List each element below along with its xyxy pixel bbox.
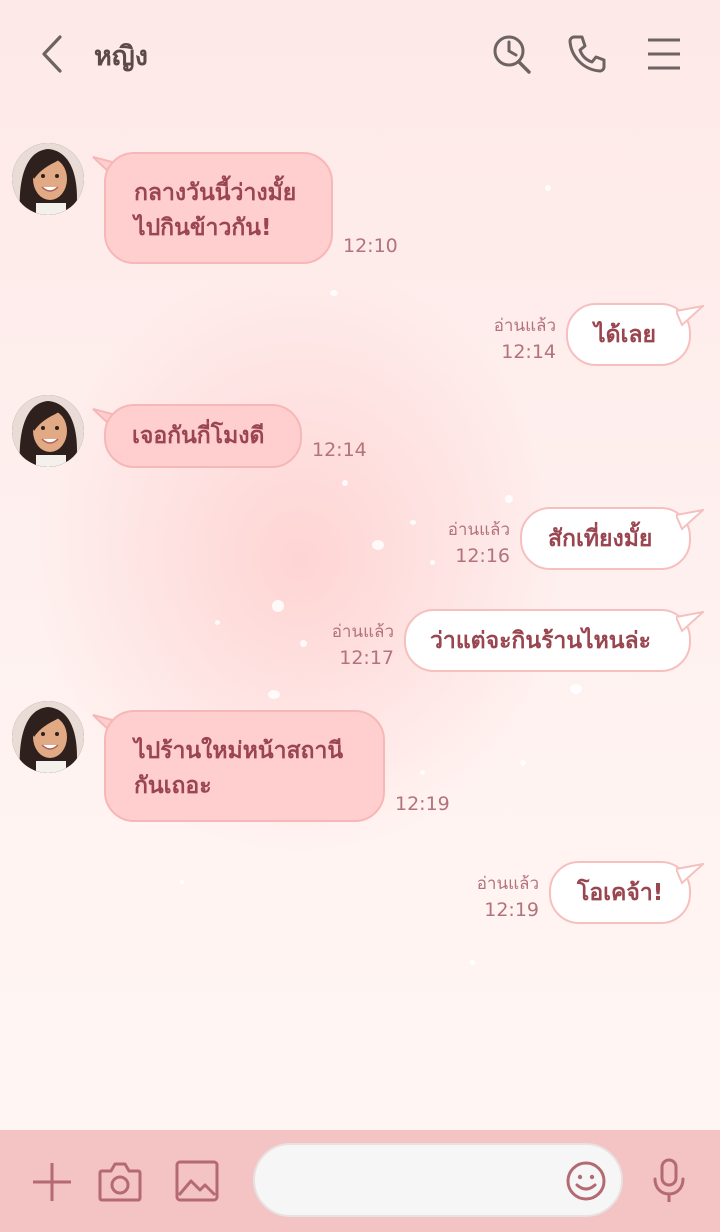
read-receipt: อ่านแล้ว (476, 874, 539, 894)
search-clock-icon (493, 35, 531, 74)
menu-icon (648, 38, 680, 70)
message-time: 12:17 (339, 647, 394, 669)
image-icon (175, 1160, 219, 1202)
message-time: 12:16 (455, 545, 510, 567)
message-time: 12:14 (501, 341, 556, 363)
message-line: กันเถอะ (134, 773, 212, 799)
message-time: 12:19 (484, 899, 539, 921)
camera-button[interactable] (97, 1159, 143, 1203)
read-receipt: อ่านแล้ว (331, 622, 394, 642)
message-meta: อ่านแล้ว 12:17 (308, 618, 394, 669)
phone-icon (568, 35, 606, 73)
message-line: สักเที่ยงมั้ย (548, 526, 653, 552)
message-line: ไปร้านใหม่หน้าสถานี (134, 738, 344, 764)
input-bar (0, 1130, 720, 1232)
message-time: 12:14 (312, 439, 367, 461)
chevron-left-icon (42, 35, 62, 73)
camera-icon (98, 1162, 142, 1202)
search-button[interactable] (490, 32, 534, 76)
incoming-message-bubble[interactable]: ไปร้านใหม่หน้าสถานี กันเถอะ (104, 710, 385, 822)
gallery-button[interactable] (174, 1159, 220, 1203)
chat-header: หญิง (0, 0, 720, 105)
call-button[interactable] (566, 33, 608, 75)
contact-avatar[interactable] (12, 395, 84, 467)
message-line: โอเคจ้า! (577, 880, 664, 906)
message-time: 12:19 (395, 793, 450, 815)
message-time: 12:10 (343, 235, 398, 257)
message-line: กลางวันนี้ว่างมั้ย (134, 180, 297, 206)
bubble-tail (676, 509, 704, 531)
incoming-message-bubble[interactable]: เจอกันกี่โมงดี (104, 404, 302, 468)
emoji-button[interactable] (565, 1160, 607, 1202)
avatar-photo (12, 143, 84, 215)
message-line: เจอกันกี่โมงดี (132, 423, 265, 449)
contact-avatar[interactable] (12, 143, 84, 215)
outgoing-message-bubble[interactable]: โอเคจ้า! (549, 861, 691, 924)
message-input[interactable] (253, 1143, 623, 1217)
smiley-icon (566, 1161, 606, 1201)
back-button[interactable] (32, 32, 72, 76)
message-meta: อ่านแล้ว 12:14 (470, 312, 556, 363)
message-line: ไปกินข้าวกัน! (134, 215, 272, 241)
add-button[interactable] (30, 1160, 74, 1204)
voice-button[interactable] (650, 1157, 688, 1205)
contact-avatar[interactable] (12, 701, 84, 773)
outgoing-message-bubble[interactable]: ว่าแต่จะกินร้านไหนล่ะ (404, 609, 691, 672)
incoming-message-bubble[interactable]: กลางวันนี้ว่างมั้ย ไปกินข้าวกัน! (104, 152, 333, 264)
message-meta: อ่านแล้ว 12:19 (453, 870, 539, 921)
microphone-icon (653, 1158, 685, 1202)
bubble-tail (676, 305, 704, 327)
message-line: ว่าแต่จะกินร้านไหนล่ะ (430, 628, 651, 654)
menu-button[interactable] (646, 37, 682, 71)
outgoing-message-bubble[interactable]: ได้เลย (566, 303, 691, 366)
message-line: ได้เลย (594, 322, 656, 348)
read-receipt: อ่านแล้ว (447, 520, 510, 540)
outgoing-message-bubble[interactable]: สักเที่ยงมั้ย (520, 507, 691, 570)
read-receipt: อ่านแล้ว (493, 316, 556, 336)
avatar-photo (12, 701, 84, 773)
bubble-tail (676, 611, 704, 633)
plus-icon (33, 1163, 71, 1201)
message-meta: อ่านแล้ว 12:16 (424, 516, 510, 567)
contact-name: หญิง (94, 41, 148, 72)
bubble-tail (676, 863, 704, 885)
avatar-photo (12, 395, 84, 467)
